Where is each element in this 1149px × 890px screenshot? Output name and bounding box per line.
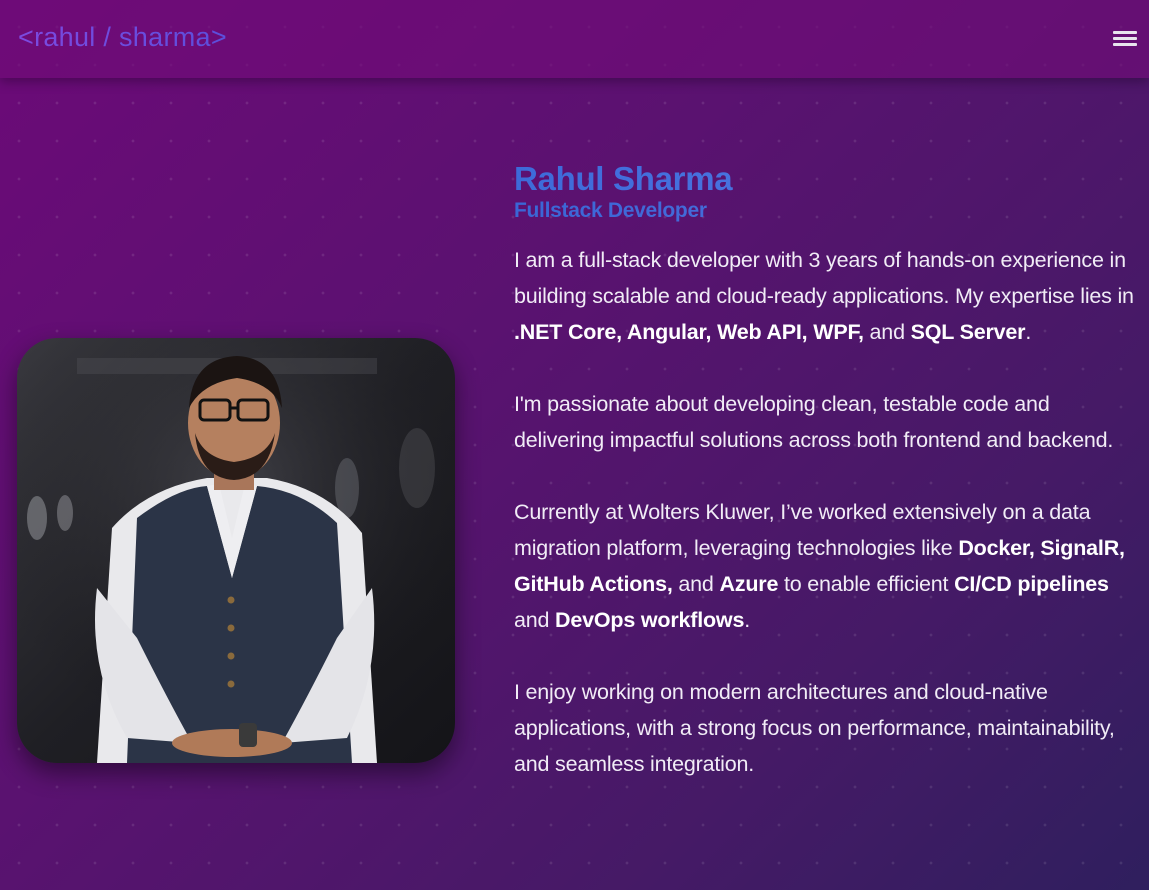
text-run: . bbox=[744, 608, 750, 632]
about-paragraph-1: I am a full-stack developer with 3 years… bbox=[514, 242, 1134, 350]
text-run: . bbox=[1025, 320, 1032, 344]
highlight-tech: DevOps workflows bbox=[555, 608, 745, 632]
profile-photo bbox=[17, 338, 455, 763]
highlight-tech: CI/CD pipelines bbox=[954, 572, 1109, 596]
text-run: I am a full-stack developer with 3 years… bbox=[514, 248, 1134, 308]
brand-logo[interactable]: <rahul / sharma> bbox=[18, 22, 227, 53]
text-run: and bbox=[514, 608, 556, 632]
about-paragraph-2: I'm passionate about developing clean, t… bbox=[514, 392, 1114, 452]
about-paragraph-4: I enjoy working on modern architectures … bbox=[514, 680, 1115, 776]
about-section: Rahul Sharma Fullstack Developer I am a … bbox=[514, 160, 1134, 782]
highlight-tech: .NET Core, Angular, Web API, WPF, bbox=[514, 320, 864, 344]
menu-line bbox=[1113, 43, 1137, 46]
hamburger-menu-icon[interactable] bbox=[1110, 28, 1140, 52]
text-run: to enable efficient bbox=[778, 572, 955, 596]
highlight-tech: SQL Server bbox=[910, 320, 1026, 344]
profile-role: Fullstack Developer bbox=[514, 198, 1134, 224]
menu-line bbox=[1113, 37, 1137, 40]
about-paragraph-3: Currently at Wolters Kluwer, I’ve worked… bbox=[514, 494, 1134, 638]
highlight-tech: Azure bbox=[719, 572, 779, 596]
navbar: <rahul / sharma> bbox=[0, 0, 1149, 78]
text-run: and bbox=[672, 572, 720, 596]
menu-line bbox=[1113, 31, 1137, 34]
profile-name: Rahul Sharma bbox=[514, 160, 1134, 198]
text-run: and bbox=[863, 320, 911, 344]
